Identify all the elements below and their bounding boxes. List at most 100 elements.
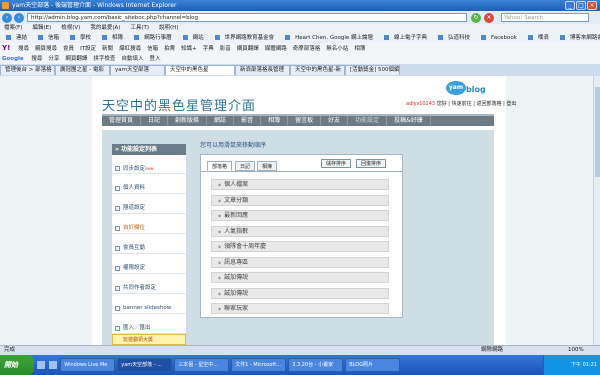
taskbar-button[interactable]: 文件1 - Microsoft... (231, 358, 287, 372)
back-to-blog-link[interactable]: 返回部落格 (476, 101, 501, 107)
yahoo-toolbar-item[interactable]: 搜尋 (18, 46, 29, 52)
yahoo-toolbar-item[interactable]: 會員 (63, 46, 74, 52)
taskbar-button[interactable]: BLOG照片 (345, 358, 401, 372)
nav-item[interactable]: 網誌 (207, 116, 235, 126)
nav-item[interactable]: 創新版條 (168, 116, 208, 126)
nav-item[interactable]: 管理首頁 (102, 116, 142, 126)
minimize-icon[interactable]: _ (565, 1, 575, 10)
menu-item[interactable]: 工具(T) (130, 25, 149, 31)
nav-item[interactable]: 影音 (234, 116, 262, 126)
favorite-link[interactable]: 網路行事曆 (131, 35, 172, 41)
stop-icon[interactable]: × (484, 13, 494, 23)
google-toolbar-item[interactable]: 分享 (48, 56, 59, 62)
yahoo-toolbar-item[interactable]: 信箱 (147, 46, 158, 52)
sidebar-item[interactable]: 權限設定 (112, 263, 186, 274)
panel-tab[interactable]: 日記 (235, 161, 256, 171)
nav-item[interactable]: 日記 (141, 116, 169, 126)
sortable-item[interactable]: ◆ 誠加傳說 (211, 287, 389, 299)
google-toolbar-item[interactable]: 拼字檢查 (93, 56, 115, 62)
taskbar-button[interactable]: Windows Live Me (60, 358, 116, 372)
panel-tab[interactable]: 相簿 (257, 161, 278, 171)
google-toolbar-item[interactable]: 自動填入 (121, 56, 143, 62)
yahoo-toolbar-item[interactable]: 拍賣 (164, 46, 175, 52)
favorite-link[interactable]: 線上電子字典 (381, 35, 427, 41)
yahoo-toolbar-item[interactable]: 網頁翻譯 (237, 46, 259, 52)
yahoo-toolbar-item[interactable]: 媒體網路 (265, 46, 287, 52)
yahoo-toolbar-item[interactable]: 新聞 (102, 46, 113, 52)
nav-item[interactable]: 留言板 (288, 116, 322, 126)
yam-blog-logo[interactable]: yam blog (446, 81, 492, 97)
menu-item[interactable]: 說明(H) (159, 25, 178, 31)
panel-tab[interactable]: 部落格 (207, 161, 233, 171)
sortable-item[interactable]: ◆ 領隊會十周年慶 (211, 241, 389, 252)
menu-item[interactable]: 我的最愛(A) (90, 25, 120, 31)
sortable-item[interactable]: ◆ 誠加傳說 (211, 272, 389, 283)
browser-tab[interactable]: 新浪部落格長管理 (235, 65, 290, 75)
taskbar-button[interactable]: 3.3.20台 - 小畫家 (288, 358, 344, 372)
sortable-item[interactable]: ◆ 聯家玩家 (211, 303, 389, 314)
sortable-item[interactable]: ◆ 個人檔案 (211, 179, 389, 190)
sidebar-item[interactable]: banner slideshow (112, 303, 186, 314)
sidebar-item[interactable]: 會員互動 (112, 243, 186, 254)
sidebar-item[interactable]: 共同作者設定 (112, 283, 186, 294)
menu-item[interactable]: 編輯(E) (32, 25, 51, 31)
reset-order-button[interactable]: 回復排序 (356, 159, 387, 168)
yahoo-toolbar-item[interactable]: 知識+ (181, 46, 197, 52)
close-icon[interactable]: × (587, 1, 597, 10)
google-toolbar-item[interactable]: 網頁翻譯 (65, 56, 87, 62)
browser-tab[interactable]: 天空中的黑色星-新 (290, 65, 345, 75)
sidebar-item[interactable]: 匯入／匯出 (112, 323, 186, 334)
taskbar-button[interactable]: 三本個 - 星空中... (174, 358, 230, 372)
sidebar-item[interactable]: 個人資料 (112, 183, 186, 194)
favorite-link[interactable]: 世界網路教育基金會 (212, 35, 274, 41)
favorite-link[interactable]: 噗浪 (525, 35, 549, 41)
browser-tab[interactable]: [活動獎金] 500個編 (345, 65, 400, 75)
nav-item[interactable]: 好友 (321, 116, 349, 126)
address-bar[interactable]: http://admin.blog.yam.com/basic_siteboc.… (27, 13, 467, 22)
zoom-level[interactable]: 100% (568, 346, 584, 355)
yahoo-toolbar-item[interactable]: 相簿 (354, 46, 365, 52)
promo-banner[interactable]: 玩遊戲領大獎 (112, 334, 186, 345)
logout-link[interactable]: 登出 (506, 101, 516, 107)
yahoo-toolbar-item[interactable]: 影音 (220, 46, 231, 52)
desktop-quicklaunch-icon[interactable] (48, 361, 57, 369)
sidebar-item[interactable]: 自訂欄位 (112, 223, 186, 234)
search-input[interactable]: Yahoo! Search (501, 13, 589, 22)
favorite-link[interactable]: 網站 (180, 35, 204, 41)
menu-item[interactable]: 檔案(F) (4, 25, 22, 31)
sortable-item[interactable]: ◆ 文章分類 (211, 194, 389, 206)
google-toolbar-item[interactable]: 搜尋 (31, 56, 42, 62)
favorite-link[interactable]: 信箱 (35, 35, 59, 41)
sortable-item[interactable]: ◆ 最新回應 (211, 210, 389, 221)
start-button[interactable]: 開始 (0, 355, 34, 375)
favorite-link[interactable]: 學校 (67, 35, 91, 41)
scrollbar-thumb[interactable] (595, 87, 600, 177)
sidebar-item[interactable]: 同步設定new (112, 163, 186, 174)
favorite-link[interactable]: 博客來網路書店 (557, 35, 600, 41)
favorite-link[interactable]: 連結 (3, 35, 27, 41)
favorite-link[interactable]: Heart Chen. Google 網上論壇 (282, 35, 373, 41)
nav-item[interactable]: 相簿 (261, 116, 289, 126)
yahoo-toolbar-item[interactable]: 無名小站 (326, 46, 348, 52)
quick-go-link[interactable]: 快速前往 (452, 101, 472, 107)
vertical-scrollbar[interactable] (593, 76, 600, 345)
yahoo-toolbar-item[interactable]: 爆紅搜尋 (119, 46, 141, 52)
sortable-item[interactable]: ◆ 訊息專區 (211, 256, 389, 268)
ie-quicklaunch-icon[interactable] (36, 361, 45, 369)
yahoo-toolbar-item[interactable]: 網頁搜尋 (35, 46, 57, 52)
back-icon[interactable]: ‹ (2, 13, 12, 23)
refresh-icon[interactable]: ↻ (471, 13, 481, 23)
yahoo-toolbar-item[interactable]: IT設定 (80, 46, 96, 52)
forward-icon[interactable]: › (14, 13, 24, 23)
browser-tab[interactable]: 天空中的黑色星 (165, 65, 235, 75)
favorite-link[interactable]: 相簿 (99, 35, 123, 41)
browser-tab[interactable]: 管理後台 > 部落格 (0, 65, 55, 75)
nav-item[interactable]: 投稿&好康 (387, 116, 431, 126)
favorite-link[interactable]: 弘道科技 (435, 35, 470, 41)
google-toolbar-item[interactable]: 登入 (149, 56, 160, 62)
yahoo-toolbar-item[interactable]: 字典 (203, 46, 214, 52)
browser-tab[interactable]: yam天空部落 (110, 65, 165, 75)
taskbar-button[interactable]: yam天空部落 - ... (117, 358, 173, 372)
yahoo-toolbar-item[interactable]: 奇摩部落格 (293, 46, 321, 52)
browser-tab[interactable]: 廣冠團之星 - 電影 (55, 65, 110, 75)
